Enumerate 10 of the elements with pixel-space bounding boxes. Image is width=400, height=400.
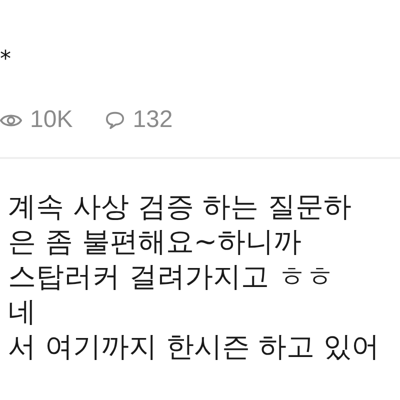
comment-count: 132 [132,106,173,134]
post-text-line: 스탑러커 걸려가지고 ㅎㅎ [8,259,335,294]
title-text: * [0,46,12,74]
post-text-line: 서 여기까지 한시즌 하고 있어 [8,329,381,364]
speech-bubble-icon [104,111,125,129]
view-count: 10K [30,106,73,134]
post-text-line: 은 좀 불편해요~하니까 [8,224,302,259]
post-text-line: 네 [8,294,37,329]
eye-icon [0,112,22,128]
post-text-line: 계속 사상 검증 하는 질문하 [8,189,353,224]
